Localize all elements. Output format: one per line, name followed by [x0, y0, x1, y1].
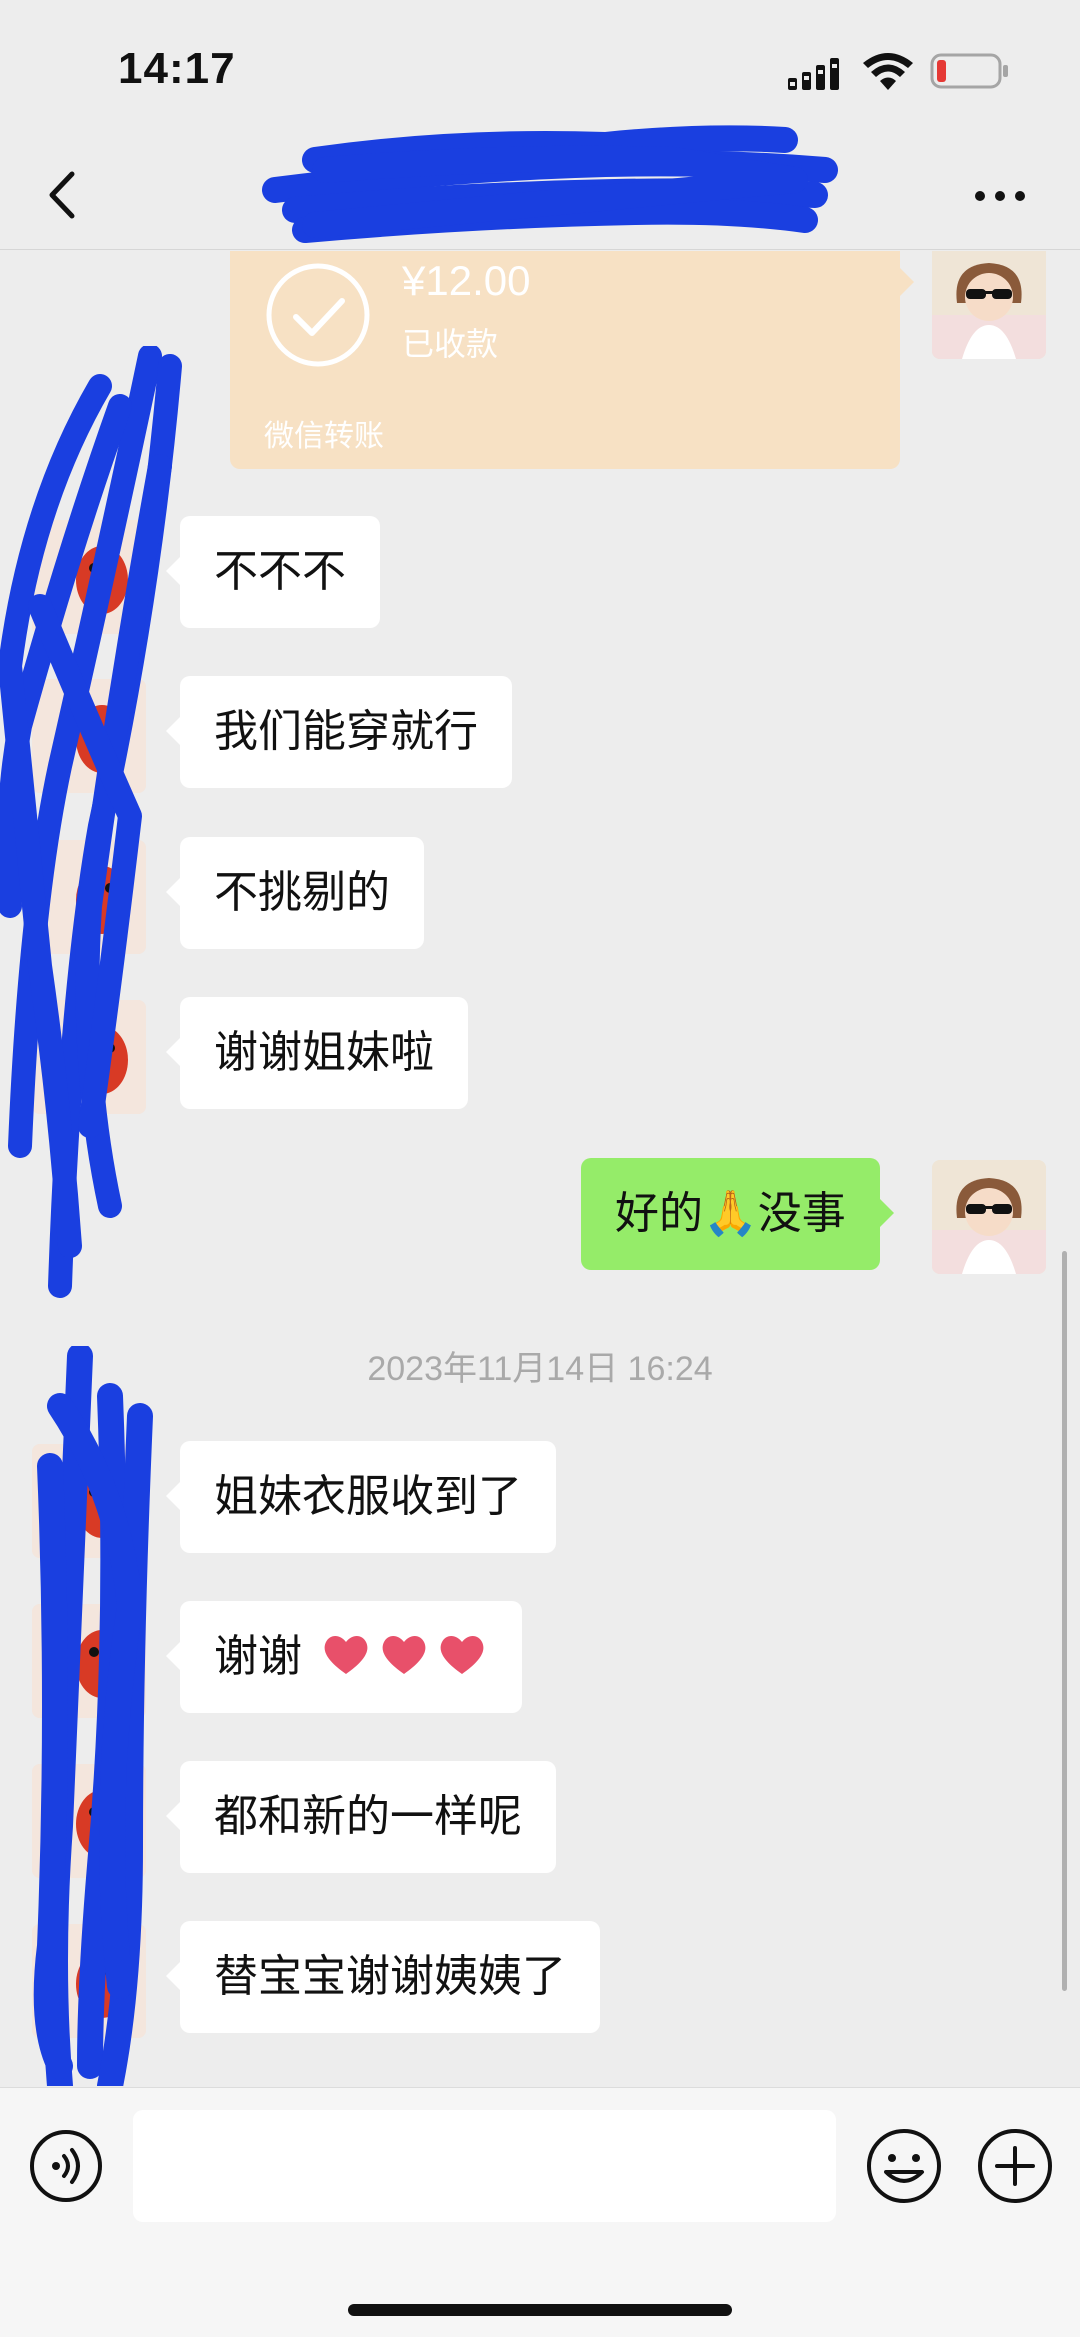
home-indicator	[348, 2304, 732, 2316]
message-bubble[interactable]: 谢谢姐妹啦	[166, 997, 468, 1109]
message-text: 好的	[615, 1188, 703, 1239]
message-bubble[interactable]: 姐妹衣服收到了	[166, 1441, 556, 1553]
message-text: 没事	[757, 1188, 846, 1239]
avatar[interactable]	[32, 1764, 146, 1878]
message-bubble[interactable]: 替宝宝谢谢姨姨了	[166, 1921, 600, 2033]
avatar[interactable]	[32, 679, 146, 793]
message-bubble[interactable]: 都和新的一样呢	[166, 1761, 556, 1873]
message-text: 谢谢	[214, 1631, 302, 1682]
avatar[interactable]	[32, 520, 146, 634]
message-bubble[interactable]: 不挑剔的	[166, 837, 424, 949]
avatar[interactable]	[32, 1000, 146, 1114]
transfer-amount: ¥12.00	[402, 257, 531, 304]
status-time: 14:17	[118, 44, 236, 93]
emoji-button[interactable]	[864, 2126, 944, 2206]
heart-icon	[382, 1636, 426, 1674]
heart-icon	[324, 1636, 368, 1674]
avatar[interactable]	[32, 1604, 146, 1718]
more-button[interactable]	[970, 176, 1030, 216]
avatar[interactable]	[932, 251, 1046, 359]
scroll-indicator[interactable]	[1062, 1251, 1067, 1991]
avatar[interactable]	[932, 1160, 1046, 1274]
transfer-card[interactable]: ¥12.00 已收款 微信转账	[230, 251, 914, 469]
input-bar	[0, 2087, 1080, 2337]
nav-bar	[0, 125, 1080, 250]
plus-button[interactable]	[975, 2126, 1055, 2206]
pray-icon: 🙏	[703, 1188, 758, 1239]
avatar[interactable]	[32, 1924, 146, 2038]
message-input[interactable]	[133, 2110, 836, 2222]
message-text: 姐妹衣服收到了	[214, 1471, 522, 1522]
message-text: 替宝宝谢谢姨姨了	[214, 1951, 566, 2002]
message-text: 我们能穿就行	[214, 706, 478, 757]
message-text: 都和新的一样呢	[214, 1791, 522, 1842]
voice-button[interactable]	[28, 2128, 104, 2204]
message-bubble-self[interactable]: 好的🙏没事	[581, 1158, 894, 1270]
redaction-scribble	[0, 346, 182, 1298]
message-bubble[interactable]: 不不不	[166, 516, 380, 628]
message-bubble[interactable]: 谢谢	[166, 1601, 522, 1713]
message-text: 不挑剔的	[214, 867, 390, 918]
avatar[interactable]	[32, 840, 146, 954]
check-circle-icon	[266, 263, 370, 367]
wifi-icon	[863, 53, 913, 90]
redaction-scribble	[262, 125, 838, 243]
back-button[interactable]	[38, 162, 88, 228]
battery-icon	[930, 53, 1008, 89]
avatar[interactable]	[32, 1444, 146, 1558]
transfer-footer: 微信转账	[264, 419, 384, 454]
message-text: 不不不	[214, 546, 346, 597]
message-timestamp: 2023年11月14日 16:24	[367, 1350, 713, 1388]
transfer-status: 已收款	[402, 325, 499, 363]
heart-icon	[440, 1636, 484, 1674]
signal-icon	[788, 58, 839, 90]
chat-area[interactable]: ¥12.00 已收款 微信转账 不不不 我们能穿就行 不挑剔的 谢谢姐妹啦 好的…	[0, 251, 1080, 2086]
message-text: 谢谢姐妹啦	[214, 1027, 434, 1078]
message-bubble[interactable]: 我们能穿就行	[166, 676, 512, 788]
